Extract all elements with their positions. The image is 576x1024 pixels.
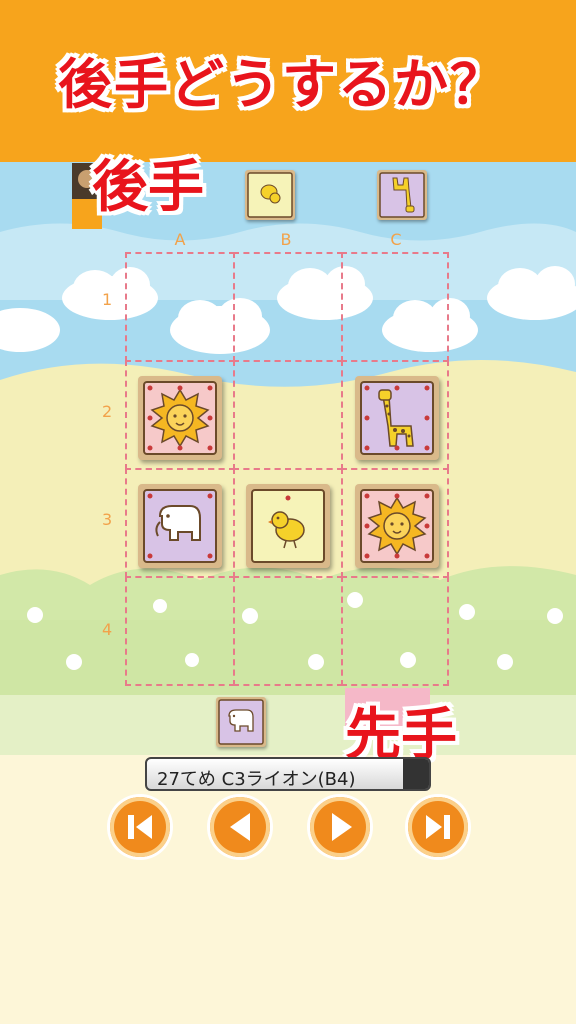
giraffe-icon — [360, 381, 434, 455]
previous-move-button[interactable] — [210, 797, 270, 857]
elephant-icon — [218, 699, 264, 745]
piece-lion-a2[interactable] — [138, 376, 222, 460]
column-label-b: B — [280, 230, 292, 249]
lion-icon — [360, 489, 434, 563]
row-label-1: 1 — [102, 290, 113, 309]
lion-icon — [143, 381, 217, 455]
square-c4[interactable] — [341, 576, 449, 686]
square-a1[interactable] — [125, 252, 235, 362]
move-record-text: 27てめ C3ライオン(B4) — [157, 769, 356, 790]
next-move-button[interactable] — [310, 797, 370, 857]
triangle-left-icon — [230, 813, 250, 841]
piece-lion-c3[interactable] — [355, 484, 439, 568]
row-label-2: 2 — [102, 402, 113, 421]
square-b1[interactable] — [233, 252, 343, 362]
square-c1[interactable] — [341, 252, 449, 362]
skip-back-icon — [128, 815, 152, 839]
square-a4[interactable] — [125, 576, 235, 686]
piece-giraffe-c2[interactable] — [355, 376, 439, 460]
gote-hand-chick[interactable] — [245, 170, 295, 220]
square-b2[interactable] — [233, 360, 343, 470]
board-grid — [125, 252, 449, 686]
piece-chick-b3[interactable] — [246, 484, 330, 568]
row-label-4: 4 — [102, 620, 113, 639]
gote-label: 後手 — [92, 155, 204, 220]
move-record-scroll[interactable] — [403, 759, 429, 789]
chick-icon — [251, 489, 325, 563]
move-record-box[interactable]: 27てめ C3ライオン(B4) — [145, 757, 431, 791]
elephant-icon — [143, 489, 217, 563]
triangle-right-icon — [332, 813, 352, 841]
column-label-a: A — [174, 230, 186, 249]
first-move-button[interactable] — [110, 797, 170, 857]
giraffe-icon — [379, 172, 425, 218]
chick-icon — [247, 172, 293, 218]
square-b4[interactable] — [233, 576, 343, 686]
column-label-c: C — [390, 230, 402, 249]
skip-forward-icon — [426, 815, 450, 839]
piece-elephant-a3[interactable] — [138, 484, 222, 568]
row-label-3: 3 — [102, 510, 113, 529]
gote-hand-giraffe[interactable] — [377, 170, 427, 220]
sente-hand-elephant[interactable] — [216, 697, 266, 747]
last-move-button[interactable] — [408, 797, 468, 857]
